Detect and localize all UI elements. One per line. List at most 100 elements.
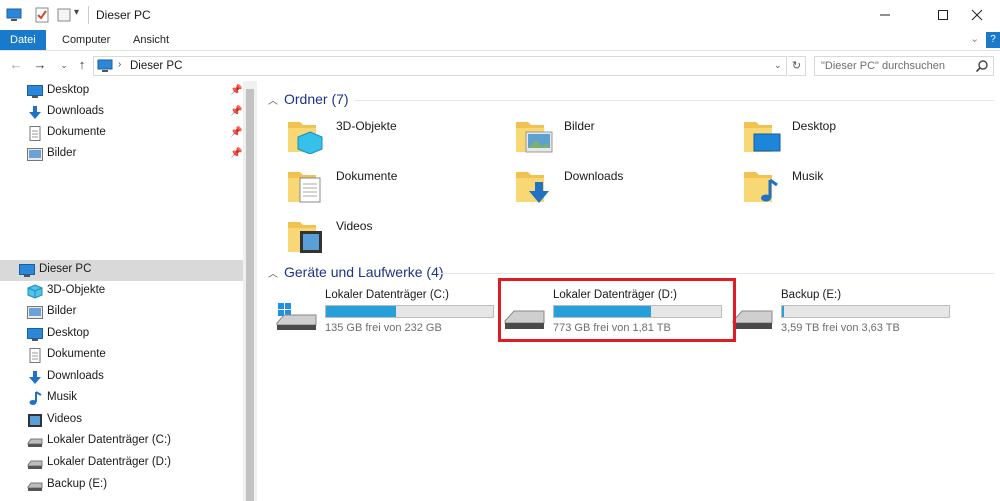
desktop-icon bbox=[27, 327, 43, 342]
nav-item-label: Dokumente bbox=[47, 126, 106, 138]
nav-item-dieser-pc[interactable]: Dieser PC bbox=[0, 260, 243, 281]
search-icon[interactable] bbox=[975, 59, 989, 76]
windows-drive-icon bbox=[276, 303, 318, 331]
nav-item-drive-e[interactable]: Backup (E:) bbox=[0, 475, 243, 496]
breadcrumb-chevron-icon[interactable]: › bbox=[118, 59, 121, 70]
nav-item-label: Lokaler Datenträger (C:) bbox=[47, 434, 171, 446]
back-arrow-icon[interactable]: ← bbox=[8, 57, 24, 73]
nav-item-desktop[interactable]: Desktop bbox=[0, 324, 243, 345]
folder-label: Dokumente bbox=[336, 169, 398, 183]
folder-videos[interactable]: Videos bbox=[268, 214, 488, 260]
properties-icon[interactable] bbox=[34, 7, 50, 23]
pin-icon[interactable]: 📌 bbox=[230, 148, 242, 159]
folder-3d-objekte[interactable]: 3D-Objekte bbox=[268, 114, 488, 160]
drive-usage-fill bbox=[326, 306, 397, 317]
folder-label: 3D-Objekte bbox=[336, 119, 397, 133]
nav-item-label: Lokaler Datenträger (D:) bbox=[47, 456, 171, 468]
tab-ansicht[interactable]: Ansicht bbox=[123, 30, 179, 50]
nav-item-3d-objekte[interactable]: 3D-Objekte bbox=[0, 281, 243, 302]
folder-musik[interactable]: Musik bbox=[724, 164, 944, 210]
pin-icon[interactable]: 📌 bbox=[230, 85, 242, 96]
address-row: ← → ⌄ ↑ › Dieser PC ⌄ ↻ "Dieser PC" durc… bbox=[0, 51, 1000, 81]
nav-item-downloads[interactable]: Downloads 📌 bbox=[0, 102, 243, 123]
nav-item-desktop[interactable]: Desktop 📌 bbox=[0, 81, 243, 102]
folder-downloads[interactable]: Downloads bbox=[496, 164, 716, 210]
ribbon-expand-icon[interactable]: ⌄ bbox=[970, 32, 979, 45]
folders-group-header[interactable]: ︿ Ordner (7) bbox=[268, 91, 349, 107]
address-dropdown-icon[interactable]: ⌄ bbox=[774, 60, 782, 71]
nav-item-label: Musik bbox=[47, 391, 78, 403]
pin-icon[interactable]: 📌 bbox=[230, 127, 242, 138]
drives-group-title: Geräte und Laufwerke (4) bbox=[284, 264, 444, 280]
documents-icon bbox=[27, 348, 43, 363]
new-folder-icon[interactable] bbox=[56, 7, 72, 23]
collapse-chevron-icon[interactable]: ︿ bbox=[268, 96, 278, 107]
music-icon bbox=[27, 391, 43, 406]
pictures-folder-icon bbox=[514, 118, 554, 154]
nav-item-label: Bilder bbox=[47, 147, 77, 159]
folder-label: Musik bbox=[792, 169, 824, 183]
close-icon[interactable] bbox=[954, 0, 1000, 30]
drive-usage-bar bbox=[325, 305, 494, 318]
folders-group-title: Ordner (7) bbox=[284, 91, 349, 107]
tab-computer[interactable]: Computer bbox=[52, 30, 120, 50]
folder-dokumente[interactable]: Dokumente bbox=[268, 164, 488, 210]
nav-item-downloads[interactable]: Downloads bbox=[0, 367, 243, 388]
nav-item-videos[interactable]: Videos bbox=[0, 410, 243, 431]
collapse-chevron-icon[interactable]: ︿ bbox=[268, 269, 278, 280]
nav-item-label: 3D-Objekte bbox=[47, 284, 106, 296]
downloads-folder-icon bbox=[514, 168, 554, 204]
navigation-pane: Desktop 📌 Downloads 📌 Dokumente 📌 Bilder… bbox=[0, 81, 243, 501]
breadcrumb-dieser-pc[interactable]: Dieser PC bbox=[130, 60, 182, 72]
forward-arrow-icon[interactable]: → bbox=[32, 57, 48, 73]
drive-c[interactable]: Lokaler Datenträger (C:) 135 GB frei von… bbox=[258, 287, 494, 337]
nav-scrollbar-thumb[interactable] bbox=[246, 89, 254, 501]
highlight-box bbox=[498, 278, 736, 342]
help-icon[interactable]: ? bbox=[986, 32, 1000, 48]
drives-group-header[interactable]: ︿ Geräte und Laufwerke (4) bbox=[268, 264, 444, 280]
nav-item-label: Backup (E:) bbox=[47, 478, 108, 490]
address-bar[interactable]: › Dieser PC ⌄ bbox=[93, 56, 787, 76]
search-input[interactable]: "Dieser PC" durchsuchen bbox=[814, 56, 994, 76]
documents-folder-icon bbox=[286, 168, 326, 204]
downloads-icon bbox=[27, 370, 43, 385]
up-arrow-icon[interactable]: ↑ bbox=[74, 57, 90, 73]
drive-free-space: 135 GB frei von 232 GB bbox=[325, 322, 442, 334]
folder-label: Desktop bbox=[792, 119, 837, 133]
folder-bilder[interactable]: Bilder bbox=[496, 114, 716, 160]
3d-objects-folder-icon bbox=[286, 118, 326, 155]
nav-item-label: Dieser PC bbox=[39, 263, 92, 275]
nav-item-dokumente[interactable]: Dokumente bbox=[0, 345, 243, 366]
group-divider bbox=[354, 100, 994, 101]
refresh-icon[interactable]: ↻ bbox=[788, 56, 806, 76]
search-placeholder: "Dieser PC" durchsuchen bbox=[821, 60, 945, 72]
nav-item-bilder[interactable]: Bilder bbox=[0, 302, 243, 323]
title-bar: ▾ Dieser PC bbox=[0, 0, 1000, 30]
folder-label: Videos bbox=[336, 219, 373, 233]
tab-datei[interactable]: Datei bbox=[0, 30, 46, 50]
nav-item-dokumente[interactable]: Dokumente 📌 bbox=[0, 123, 243, 144]
minimize-icon[interactable] bbox=[862, 0, 908, 30]
group-divider bbox=[438, 273, 994, 274]
desktop-folder-icon bbox=[742, 118, 782, 154]
drive-e[interactable]: Backup (E:) 3,59 TB frei von 3,63 TB bbox=[714, 287, 950, 337]
pin-icon[interactable]: 📌 bbox=[230, 106, 242, 117]
recent-locations-icon[interactable]: ⌄ bbox=[56, 57, 72, 73]
folder-label: Bilder bbox=[564, 119, 595, 133]
computer-icon[interactable] bbox=[6, 7, 22, 23]
nav-item-bilder[interactable]: Bilder 📌 bbox=[0, 144, 243, 165]
drive-icon bbox=[27, 434, 43, 449]
nav-item-drive-d[interactable]: Lokaler Datenträger (D:) bbox=[0, 453, 243, 474]
folder-desktop[interactable]: Desktop bbox=[724, 114, 944, 160]
3d-objects-icon bbox=[27, 284, 43, 299]
nav-item-musik[interactable]: Musik bbox=[0, 388, 243, 409]
drive-icon bbox=[27, 478, 43, 493]
ribbon-tabs: Datei Computer Ansicht ⌄ ? bbox=[0, 30, 1000, 51]
nav-item-label: Bilder bbox=[47, 305, 77, 317]
nav-scrollbar[interactable] bbox=[243, 81, 257, 501]
documents-icon bbox=[27, 126, 43, 141]
videos-folder-icon bbox=[286, 218, 326, 254]
drive-usage-bar bbox=[781, 305, 950, 318]
nav-item-drive-c[interactable]: Lokaler Datenträger (C:) bbox=[0, 431, 243, 452]
nav-item-label: Dokumente bbox=[47, 348, 106, 360]
